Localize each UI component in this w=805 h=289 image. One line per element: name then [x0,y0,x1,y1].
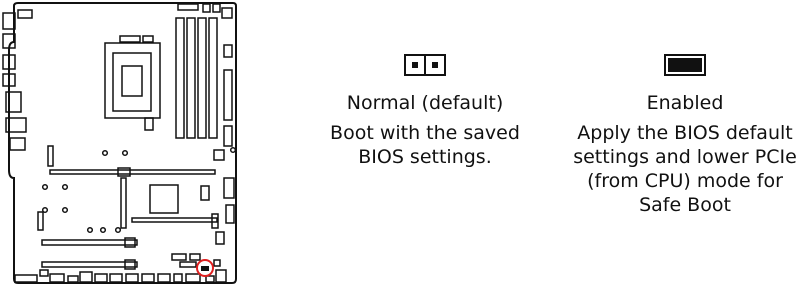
state-enabled-desc-line: Safe Boot [639,194,731,216]
state-enabled-desc-line: (from CPU) mode for [587,170,783,192]
state-normal: Normal (default) Boot with the saved BIO… [310,54,540,169]
state-normal-desc-line: Boot with the saved [330,122,520,144]
jumper-open-icon [404,54,446,76]
motherboard-diagram [2,1,237,284]
state-normal-description: Boot with the saved BIOS settings. [310,121,540,169]
state-enabled-desc-line: settings and lower PCIe [573,146,797,168]
state-enabled: Enabled Apply the BIOS default settings … [570,54,800,217]
state-normal-title: Normal (default) [346,92,504,114]
state-normal-desc-line: BIOS settings. [358,146,492,168]
jumper-location-marker [196,259,214,277]
state-enabled-title: Enabled [646,92,724,114]
state-enabled-description: Apply the BIOS default settings and lowe… [570,121,800,217]
state-enabled-desc-line: Apply the BIOS default [577,122,793,144]
jumper-closed-icon [664,54,706,76]
